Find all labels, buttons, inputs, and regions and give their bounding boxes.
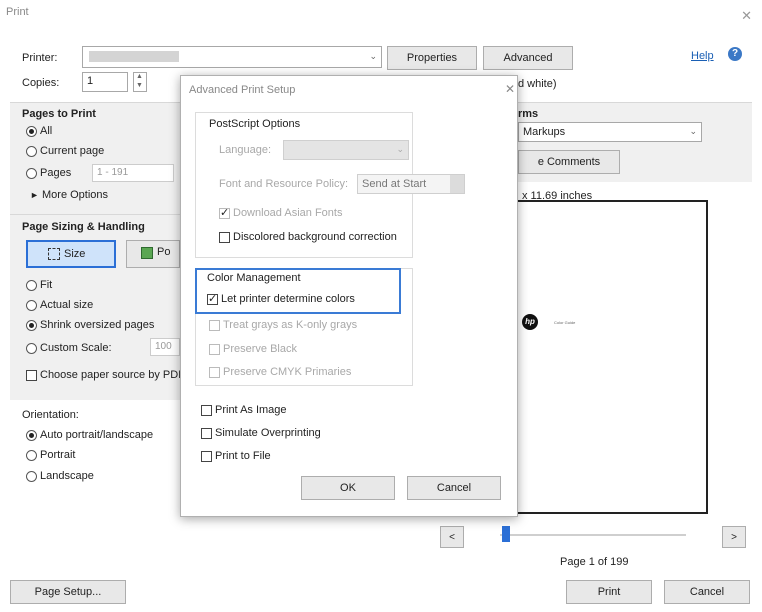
- advanced-print-setup-dialog: Advanced Print Setup ✕ PostScript Option…: [180, 75, 518, 517]
- stepper-up-icon[interactable]: ▲: [136, 73, 143, 80]
- radio-portrait[interactable]: [26, 450, 37, 461]
- preserve-black-checkbox[interactable]: [209, 344, 220, 355]
- dialog-title: Advanced Print Setup: [189, 84, 296, 96]
- let-printer-colors-label: Let printer determine colors: [221, 293, 355, 305]
- treat-grays-label: Treat grays as K-only grays: [223, 319, 358, 331]
- prev-page-button[interactable]: <: [440, 526, 464, 548]
- preserve-black-label: Preserve Black: [223, 343, 297, 355]
- print-as-image-label: Print As Image: [215, 404, 287, 416]
- orientation-title: Orientation:: [22, 409, 79, 421]
- radio-custom-scale[interactable]: [26, 343, 37, 354]
- custom-scale-input[interactable]: 100: [150, 338, 180, 356]
- page-indicator: Page 1 of 199: [560, 556, 629, 568]
- page-slider-thumb[interactable]: [502, 526, 510, 542]
- printer-label: Printer:: [22, 52, 58, 64]
- download-asian-fonts-label: Download Asian Fonts: [233, 207, 343, 219]
- let-printer-colors-checkbox[interactable]: [207, 292, 218, 305]
- poster-button-label: Po: [157, 246, 171, 258]
- discolored-bg-label: Discolored background correction: [233, 231, 397, 243]
- pages-range-input[interactable]: 1 - 191: [92, 164, 174, 182]
- radio-landscape[interactable]: [26, 471, 37, 482]
- dialog-cancel-button[interactable]: Cancel: [407, 476, 501, 500]
- simulate-overprinting-label: Simulate Overprinting: [215, 427, 321, 439]
- page-slider-track[interactable]: [500, 534, 686, 536]
- radio-auto-orientation-label: Auto portrait/landscape: [40, 429, 154, 441]
- help-link[interactable]: Help: [691, 50, 714, 62]
- print-to-file-checkbox[interactable]: [201, 451, 212, 462]
- radio-custom-scale-label: Custom Scale:: [40, 342, 112, 354]
- cancel-button[interactable]: Cancel: [664, 580, 750, 604]
- poster-icon: [141, 247, 153, 259]
- dialog-ok-button[interactable]: OK: [301, 476, 395, 500]
- pages-section-title: Pages to Print: [22, 108, 96, 120]
- advanced-button[interactable]: Advanced: [483, 46, 573, 70]
- copies-stepper[interactable]: ▲ ▼: [133, 72, 147, 92]
- radio-all[interactable]: [26, 126, 37, 137]
- printer-select[interactable]: ⌄: [82, 46, 382, 68]
- radio-shrink[interactable]: [26, 320, 37, 331]
- size-button-label: Size: [64, 248, 86, 260]
- radio-current-page[interactable]: [26, 146, 37, 157]
- properties-button[interactable]: Properties: [387, 46, 477, 70]
- chevron-down-icon: ⌄: [369, 51, 377, 61]
- radio-shrink-label: Shrink oversized pages: [40, 319, 155, 331]
- download-asian-fonts-checkbox[interactable]: [219, 206, 230, 219]
- print-to-file-label: Print to File: [215, 450, 271, 462]
- radio-pages[interactable]: [26, 168, 37, 179]
- size-button[interactable]: Size: [26, 240, 116, 268]
- help-icon[interactable]: ?: [728, 47, 742, 61]
- next-page-button[interactable]: >: [722, 526, 746, 548]
- stepper-down-icon[interactable]: ▼: [136, 82, 143, 89]
- simulate-overprinting-checkbox[interactable]: [201, 428, 212, 439]
- copies-partial-text: d white): [518, 78, 557, 90]
- radio-landscape-label: Landscape: [40, 470, 94, 482]
- font-policy-select[interactable]: Send at Start: [357, 174, 465, 194]
- more-options-link[interactable]: More Options: [42, 189, 108, 201]
- font-policy-label: Font and Resource Policy:: [219, 178, 349, 190]
- radio-current-page-label: Current page: [40, 145, 105, 157]
- font-policy-value: Send at Start: [362, 178, 427, 190]
- printer-name-obscured: [89, 51, 179, 62]
- preserve-cmyk-checkbox[interactable]: [209, 367, 220, 378]
- window-close-button[interactable]: ✕: [741, 8, 752, 24]
- window-title: Print: [6, 6, 29, 18]
- color-management-title: Color Management: [207, 272, 301, 284]
- more-options-caret-icon[interactable]: ►: [30, 190, 39, 200]
- choose-paper-checkbox[interactable]: [26, 370, 37, 381]
- radio-portrait-label: Portrait: [40, 449, 76, 461]
- poster-button[interactable]: Po: [126, 240, 180, 268]
- radio-fit[interactable]: [26, 280, 37, 291]
- chevron-down-icon: ⌄: [689, 126, 697, 136]
- preserve-cmyk-label: Preserve CMYK Primaries: [223, 366, 352, 378]
- size-icon: [48, 248, 60, 260]
- discolored-bg-checkbox[interactable]: [219, 232, 230, 243]
- summarize-comments-button[interactable]: e Comments: [518, 150, 620, 174]
- radio-actual-size-label: Actual size: [40, 299, 94, 311]
- radio-auto-orientation[interactable]: [26, 430, 37, 441]
- hp-logo-icon: hp: [522, 314, 538, 330]
- print-button[interactable]: Print: [566, 580, 652, 604]
- print-as-image-checkbox[interactable]: [201, 405, 212, 416]
- postscript-title: PostScript Options: [209, 118, 301, 130]
- preview-small-text: Color Guide: [554, 320, 576, 325]
- font-policy-dropdown-button[interactable]: [450, 175, 464, 193]
- comments-forms-value: Markups: [523, 126, 566, 138]
- radio-actual-size[interactable]: [26, 300, 37, 311]
- page-setup-button[interactable]: Page Setup...: [10, 580, 126, 604]
- chevron-down-icon: ⌄: [396, 144, 404, 154]
- copies-label: Copies:: [22, 77, 60, 89]
- radio-all-label: All: [40, 125, 53, 137]
- sizing-section-title: Page Sizing & Handling: [22, 221, 145, 233]
- dialog-close-button[interactable]: ✕: [505, 82, 515, 96]
- radio-fit-label: Fit: [40, 279, 53, 291]
- choose-paper-label: Choose paper source by PDF: [40, 369, 185, 381]
- language-select[interactable]: ⌄: [283, 140, 409, 160]
- language-label: Language:: [219, 144, 271, 156]
- comments-forms-select[interactable]: Markups ⌄: [518, 122, 702, 142]
- radio-pages-label: Pages: [40, 167, 72, 179]
- copies-input[interactable]: 1: [82, 72, 128, 92]
- treat-grays-checkbox[interactable]: [209, 320, 220, 331]
- comments-forms-title: rms: [518, 108, 539, 120]
